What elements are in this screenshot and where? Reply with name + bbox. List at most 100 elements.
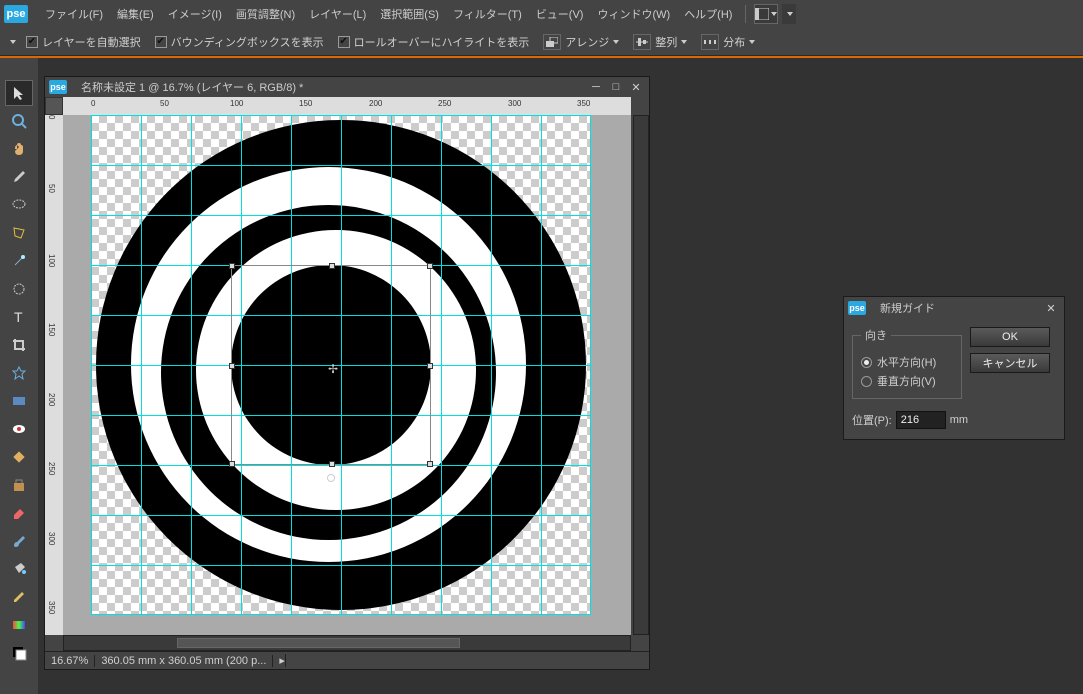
handle-nw[interactable] — [229, 263, 235, 269]
align-dropdown[interactable]: 整列 — [633, 34, 687, 50]
distribute-dropdown[interactable]: 分布 — [701, 34, 755, 50]
chevron-down-icon[interactable] — [10, 40, 16, 44]
dialog-titlebar[interactable]: pse 新規ガイド ✕ — [844, 297, 1064, 319]
zoom-tool[interactable] — [5, 108, 33, 134]
guide-horizontal[interactable] — [91, 115, 591, 116]
close-button[interactable]: ✕ — [1042, 301, 1060, 315]
menu-select[interactable]: 選択範囲(S) — [373, 6, 446, 22]
handle-sw[interactable] — [229, 461, 235, 467]
layout-button[interactable] — [754, 4, 778, 24]
distribute-label: 分布 — [723, 34, 745, 50]
rect-tool[interactable] — [5, 388, 33, 414]
handle-n[interactable] — [329, 263, 335, 269]
clone-tool[interactable] — [5, 472, 33, 498]
swatch-tool[interactable] — [5, 640, 33, 666]
vertical-scrollbar[interactable] — [633, 115, 649, 635]
pencil-tool[interactable] — [5, 584, 33, 610]
center-marker-icon: ✢ — [328, 362, 338, 376]
menu-window[interactable]: ウィンドウ(W) — [590, 6, 677, 22]
cookie-cutter-tool[interactable] — [5, 360, 33, 386]
magic-wand-tool[interactable] — [5, 248, 33, 274]
guide-horizontal[interactable] — [91, 565, 591, 566]
eyedropper-tool[interactable] — [5, 164, 33, 190]
arrange-label: アレンジ — [565, 34, 609, 50]
menu-bar: pse ファイル(F) 編集(E) イメージ(I) 画質調整(N) レイヤー(L… — [0, 0, 1083, 28]
position-label: 位置(P): — [852, 412, 892, 428]
orientation-legend: 向き — [861, 327, 891, 343]
transform-bbox[interactable]: ✢ — [231, 265, 431, 465]
ruler-origin[interactable] — [45, 97, 63, 115]
status-dimensions[interactable]: 360.05 mm x 360.05 mm (200 p... — [95, 655, 273, 667]
radio-horizontal[interactable]: 水平方向(H) — [861, 354, 953, 370]
chevron-down-icon — [681, 40, 687, 44]
canvas[interactable]: ✢ — [91, 115, 591, 615]
paint-bucket-tool[interactable] — [5, 556, 33, 582]
scrollbar-thumb[interactable] — [177, 638, 460, 648]
minimize-button[interactable]: ─ — [587, 80, 605, 94]
menu-help[interactable]: ヘルプ(H) — [677, 6, 739, 22]
eraser-tool[interactable] — [5, 500, 33, 526]
menu-image[interactable]: イメージ(I) — [161, 6, 229, 22]
auto-select-checkbox[interactable]: ✔ レイヤーを自動選択 — [26, 34, 141, 50]
show-highlight-checkbox[interactable]: ✔ ロールオーバーにハイライトを表示 — [338, 34, 530, 50]
handle-w[interactable] — [229, 363, 235, 369]
guide-horizontal[interactable] — [91, 614, 591, 615]
move-tool[interactable] — [5, 80, 33, 106]
guide-horizontal[interactable] — [91, 515, 591, 516]
ok-button[interactable]: OK — [970, 327, 1050, 347]
status-menu-button[interactable]: ▸ — [273, 654, 286, 667]
brush-tool[interactable] — [5, 528, 33, 554]
arrange-icon — [543, 34, 561, 50]
app-logo-small: pse — [49, 80, 67, 94]
align-label: 整列 — [655, 34, 677, 50]
document-window: pse 名称未設定 1 @ 16.7% (レイヤー 6, RGB/8) * ─ … — [44, 76, 650, 670]
handle-s[interactable] — [329, 461, 335, 467]
type-tool[interactable]: T — [5, 304, 33, 330]
arrange-dropdown[interactable]: アレンジ — [543, 34, 619, 50]
svg-text:T: T — [14, 309, 23, 325]
handle-e[interactable] — [427, 363, 433, 369]
heal-tool[interactable] — [5, 444, 33, 470]
align-icon — [633, 34, 651, 50]
toolbox: T — [0, 58, 38, 694]
menu-edit[interactable]: 編集(E) — [110, 6, 161, 22]
position-input[interactable] — [896, 411, 946, 429]
guide-horizontal[interactable] — [91, 465, 591, 466]
lasso-tool[interactable] — [5, 192, 33, 218]
document-titlebar[interactable]: pse 名称未設定 1 @ 16.7% (レイヤー 6, RGB/8) * ─ … — [45, 77, 649, 97]
radio-vertical-label: 垂直方向(V) — [877, 373, 936, 389]
distribute-icon — [701, 34, 719, 50]
menu-layer[interactable]: レイヤー(L) — [302, 6, 373, 22]
gradient-tool[interactable] — [5, 612, 33, 638]
cancel-button[interactable]: キャンセル — [970, 353, 1050, 373]
maximize-button[interactable]: □ — [607, 80, 625, 94]
options-bar: ✔ レイヤーを自動選択 ✔ バウンディングボックスを表示 ✔ ロールオーバーにハ… — [0, 28, 1083, 56]
radio-vertical[interactable]: 垂直方向(V) — [861, 373, 953, 389]
guide-horizontal[interactable] — [91, 165, 591, 166]
horizontal-scrollbar[interactable] — [63, 635, 631, 651]
close-button[interactable]: ✕ — [627, 80, 645, 94]
menu-filter[interactable]: フィルター(T) — [446, 6, 529, 22]
guide-horizontal[interactable] — [91, 215, 591, 216]
quick-select-tool[interactable] — [5, 276, 33, 302]
dialog-title: 新規ガイド — [876, 300, 1040, 316]
menu-file[interactable]: ファイル(F) — [38, 6, 110, 22]
status-zoom[interactable]: 16.67% — [45, 655, 95, 667]
rotate-handle[interactable] — [327, 474, 335, 482]
dropdown-button[interactable] — [782, 4, 796, 24]
app-logo: pse — [4, 5, 28, 23]
poly-lasso-tool[interactable] — [5, 220, 33, 246]
document-title: 名称未設定 1 @ 16.7% (レイヤー 6, RGB/8) * — [77, 79, 585, 95]
hand-tool[interactable] — [5, 136, 33, 162]
crop-tool[interactable] — [5, 332, 33, 358]
show-bbox-checkbox[interactable]: ✔ バウンディングボックスを表示 — [155, 34, 324, 50]
canvas-viewport[interactable]: ✢ — [63, 115, 631, 635]
menu-enhance[interactable]: 画質調整(N) — [229, 6, 302, 22]
horizontal-ruler[interactable]: 0 50 100 150 200 250 300 350 — [63, 97, 631, 115]
red-eye-tool[interactable] — [5, 416, 33, 442]
handle-se[interactable] — [427, 461, 433, 467]
orientation-fieldset: 向き 水平方向(H) 垂直方向(V) — [852, 327, 962, 399]
menu-view[interactable]: ビュー(V) — [529, 6, 591, 22]
handle-ne[interactable] — [427, 263, 433, 269]
vertical-ruler[interactable]: 0 50 100 150 200 250 300 350 — [45, 115, 63, 635]
